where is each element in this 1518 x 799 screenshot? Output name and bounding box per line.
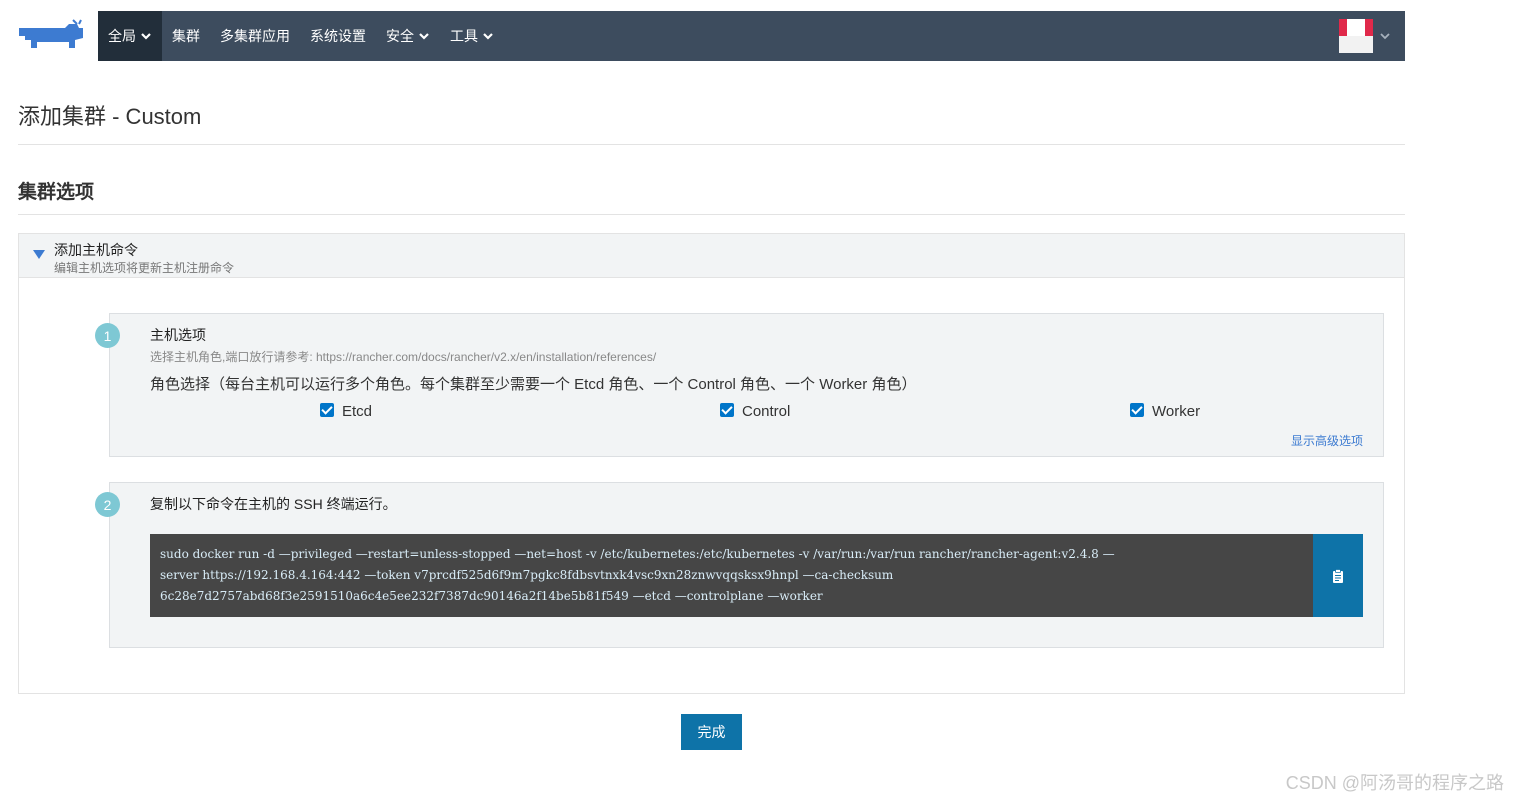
clipboard-icon bbox=[1333, 568, 1343, 583]
registration-command[interactable]: sudo docker run -d —privileged —restart=… bbox=[150, 534, 1314, 617]
section-title: 集群选项 bbox=[18, 182, 95, 203]
nav-clusters-label: 集群 bbox=[172, 28, 200, 44]
user-menu[interactable] bbox=[1339, 11, 1391, 61]
step-badge-2: 2 bbox=[95, 492, 120, 517]
host-options-help: 选择主机角色,端口放行请参考: https://rancher.com/docs… bbox=[150, 350, 657, 364]
caret-down-icon[interactable] bbox=[33, 250, 45, 259]
show-advanced-options-link[interactable]: 显示高级选项 bbox=[1291, 432, 1363, 449]
copy-command-button[interactable] bbox=[1313, 534, 1363, 617]
nav-security[interactable]: 安全 bbox=[376, 11, 440, 61]
user-avatar[interactable] bbox=[1339, 19, 1373, 53]
nav-tools[interactable]: 工具 bbox=[440, 11, 504, 61]
nav-multi-cluster-apps-label: 多集群应用 bbox=[220, 28, 290, 44]
role-selection-text: 角色选择（每台主机可以运行多个角色。每个集群至少需要一个 Etcd 角色、一个 … bbox=[150, 376, 917, 393]
command-line: server https://192.168.4.164:442 —token … bbox=[160, 568, 894, 582]
command-box: 复制以下命令在主机的 SSH 终端运行。 sudo docker run -d … bbox=[109, 482, 1384, 648]
rancher-logo-icon[interactable] bbox=[17, 18, 87, 54]
divider bbox=[18, 214, 1405, 215]
nav-settings[interactable]: 系统设置 bbox=[300, 11, 376, 61]
chevron-down-icon bbox=[141, 33, 151, 40]
top-navbar: 全局 集群 多集群应用 系统设置 安全 工具 bbox=[98, 11, 1405, 61]
page-title: 添加集群 - Custom bbox=[18, 104, 202, 129]
host-options-box: 主机选项 选择主机角色,端口放行请参考: https://rancher.com… bbox=[109, 313, 1384, 457]
accordion-header[interactable]: 添加主机命令 编辑主机选项将更新主机注册命令 bbox=[19, 234, 1404, 278]
role-etcd-label: Etcd bbox=[342, 403, 373, 420]
nav-tools-label: 工具 bbox=[450, 28, 478, 44]
step-badge-1: 1 bbox=[95, 323, 120, 348]
checkbox-checked-icon[interactable] bbox=[720, 402, 734, 417]
chevron-down-icon bbox=[1380, 33, 1390, 40]
nav-global[interactable]: 全局 bbox=[98, 11, 162, 61]
role-etcd-checkbox[interactable]: Etcd bbox=[320, 402, 373, 420]
chevron-down-icon bbox=[419, 33, 429, 40]
checkbox-checked-icon[interactable] bbox=[1130, 402, 1144, 417]
nav-multi-cluster-apps[interactable]: 多集群应用 bbox=[210, 11, 300, 61]
nav-settings-label: 系统设置 bbox=[310, 28, 366, 44]
accordion-title: 添加主机命令 bbox=[54, 242, 138, 258]
host-options-title: 主机选项 bbox=[150, 327, 206, 343]
role-control-checkbox[interactable]: Control bbox=[720, 402, 791, 420]
done-button[interactable]: 完成 bbox=[681, 714, 742, 750]
watermark: CSDN @阿汤哥的程序之路 bbox=[1285, 773, 1504, 793]
role-worker-label: Worker bbox=[1152, 403, 1201, 420]
role-worker-checkbox[interactable]: Worker bbox=[1130, 402, 1201, 420]
nav-security-label: 安全 bbox=[386, 28, 414, 44]
divider bbox=[18, 144, 1405, 145]
role-control-label: Control bbox=[742, 403, 791, 420]
checkbox-checked-icon[interactable] bbox=[320, 402, 334, 417]
command-line: 6c28e7d2757abd68f3e2591510a6c4e5ee232f73… bbox=[160, 589, 823, 603]
command-title: 复制以下命令在主机的 SSH 终端运行。 bbox=[150, 496, 397, 512]
chevron-down-icon bbox=[483, 33, 493, 40]
nav-clusters[interactable]: 集群 bbox=[162, 11, 210, 61]
command-line: sudo docker run -d —privileged —restart=… bbox=[160, 547, 1115, 561]
nav-global-label: 全局 bbox=[108, 28, 136, 44]
accordion-subtitle: 编辑主机选项将更新主机注册命令 bbox=[54, 261, 235, 275]
